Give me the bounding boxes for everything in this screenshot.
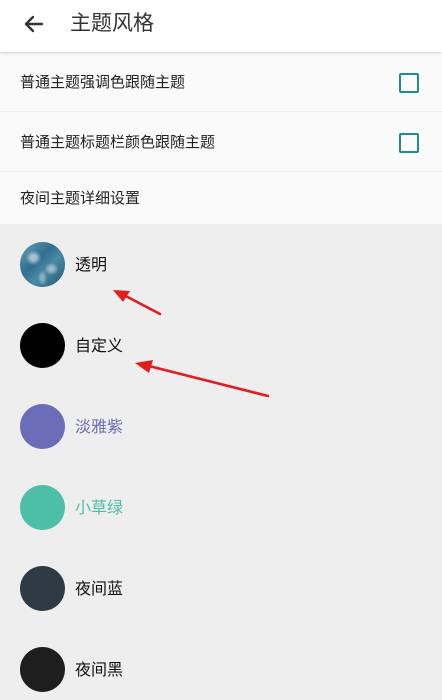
theme-label: 小草绿 [75,498,124,517]
theme-label: 夜间蓝 [75,579,124,598]
theme-label: 淡雅紫 [75,417,124,436]
theme-swatch-grass-green [20,485,65,530]
arrow-left-icon[interactable] [20,10,48,38]
theme-swatch-night-black [20,647,65,692]
settings-list: 普通主题强调色跟随主题 普通主题标题栏颜色跟随主题 夜间主题详细设置 [0,52,442,224]
setting-label: 普通主题标题栏颜色跟随主题 [20,133,216,151]
titlebar-follow-checkbox[interactable] [399,133,419,153]
theme-label: 自定义 [75,336,124,355]
theme-item-grass-green[interactable]: 小草绿 [0,467,442,548]
page-title: 主题风格 [70,11,154,35]
theme-label: 夜间黑 [75,660,124,679]
theme-item-night-black[interactable]: 夜间黑 [0,629,442,700]
toolbar: 主题风格 [0,0,442,52]
theme-swatch-elegant-purple [20,404,65,449]
setting-titlebar-follow-theme[interactable]: 普通主题标题栏颜色跟随主题 [0,112,442,172]
accent-follow-checkbox[interactable] [399,73,419,93]
theme-item-custom[interactable]: 自定义 [0,305,442,386]
setting-accent-follow-theme[interactable]: 普通主题强调色跟随主题 [0,52,442,112]
theme-swatch-night-blue [20,566,65,611]
theme-item-transparent[interactable]: 透明 [0,224,442,305]
theme-item-night-blue[interactable]: 夜间蓝 [0,548,442,629]
theme-label: 透明 [75,255,108,274]
theme-swatch-custom [20,323,65,368]
theme-item-elegant-purple[interactable]: 淡雅紫 [0,386,442,467]
setting-label: 普通主题强调色跟随主题 [20,73,186,91]
setting-night-theme-details[interactable]: 夜间主题详细设置 [0,172,442,224]
setting-label: 夜间主题详细设置 [20,189,141,207]
theme-swatch-transparent [20,242,65,287]
theme-list: 透明 自定义 淡雅紫 小草绿 夜间蓝 夜间黑 [0,224,442,700]
